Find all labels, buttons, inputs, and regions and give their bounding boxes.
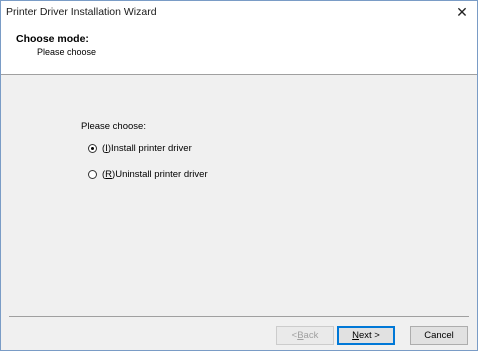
- page-title: Choose mode:: [16, 33, 89, 45]
- cancel-button[interactable]: Cancel: [410, 326, 468, 345]
- install-driver-option[interactable]: (I)Install printer driver: [88, 143, 192, 154]
- uninstall-driver-option[interactable]: (R)Uninstall printer driver: [88, 169, 208, 180]
- content-panel: Please choose: (I)Install printer driver…: [1, 75, 477, 316]
- install-driver-radio[interactable]: [88, 144, 97, 153]
- choose-prompt: Please choose:: [81, 121, 146, 132]
- bottom-separator: [9, 316, 469, 317]
- uninstall-driver-label[interactable]: (R)Uninstall printer driver: [102, 169, 208, 180]
- back-button[interactable]: < Back: [276, 326, 334, 345]
- uninstall-driver-radio[interactable]: [88, 170, 97, 179]
- window-title: Printer Driver Installation Wizard: [6, 6, 157, 18]
- next-mnemonic: N: [352, 330, 359, 341]
- next-button[interactable]: Next >: [337, 326, 395, 345]
- page-subtitle: Please choose: [37, 47, 97, 57]
- install-driver-label[interactable]: (I)Install printer driver: [102, 143, 192, 154]
- close-button[interactable]: ✕: [447, 1, 477, 23]
- wizard-window: Printer Driver Installation Wizard ✕ Cho…: [0, 0, 478, 351]
- close-icon: ✕: [456, 3, 468, 20]
- title-bar: Printer Driver Installation Wizard ✕: [1, 1, 477, 23]
- header-panel: Choose mode: Please choose: [1, 23, 477, 75]
